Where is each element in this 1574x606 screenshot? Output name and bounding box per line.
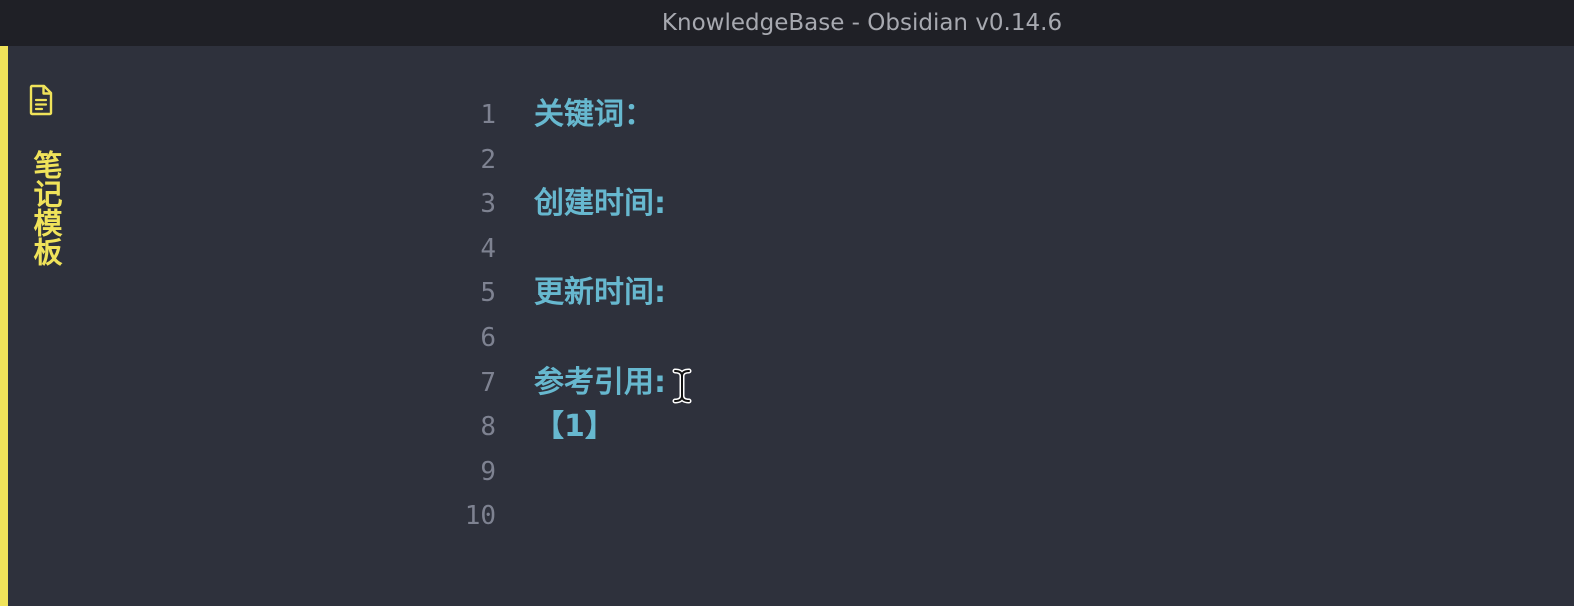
line-number: 5 bbox=[480, 278, 496, 308]
line-number: 6 bbox=[480, 323, 496, 353]
line-number: 3 bbox=[480, 189, 496, 219]
editor-line[interactable]: 2 bbox=[74, 138, 1574, 182]
line-number: 8 bbox=[480, 412, 496, 442]
line-number: 2 bbox=[480, 145, 496, 175]
sidebar-tab-label: 笔记模板 bbox=[29, 150, 63, 266]
editor-line[interactable]: 1 关键词： bbox=[74, 93, 1574, 137]
line-number: 10 bbox=[464, 501, 496, 531]
line-text[interactable]: 参考引用: bbox=[534, 361, 666, 405]
text-cursor-icon bbox=[672, 368, 692, 404]
line-number: 1 bbox=[480, 100, 496, 130]
editor-line[interactable]: 7 参考引用: bbox=[74, 361, 1574, 405]
editor-line[interactable]: 10 bbox=[74, 494, 1574, 538]
line-text[interactable]: 创建时间: bbox=[534, 182, 666, 226]
editor-line[interactable]: 9 bbox=[74, 450, 1574, 494]
sidebar-tab-note-template[interactable]: 笔记模板 bbox=[8, 46, 74, 306]
editor-line[interactable]: 6 bbox=[74, 316, 1574, 360]
line-text[interactable]: 更新时间: bbox=[534, 271, 666, 315]
line-text[interactable]: 【1】 bbox=[534, 405, 615, 449]
editor-line[interactable]: 3 创建时间: bbox=[74, 182, 1574, 226]
editor-line[interactable]: 8 【1】 bbox=[74, 405, 1574, 449]
line-text[interactable]: 关键词： bbox=[534, 93, 654, 137]
document-icon bbox=[29, 84, 53, 116]
sidebar-accent-bar bbox=[0, 46, 8, 606]
line-number: 4 bbox=[480, 234, 496, 264]
editor-pane[interactable]: 1 关键词： 2 3 创建时间: 4 5 更新时间: 6 7 参考引用: 8 【… bbox=[74, 46, 1574, 606]
line-number: 9 bbox=[480, 457, 496, 487]
editor-line[interactable]: 4 bbox=[74, 227, 1574, 271]
window-titlebar[interactable]: KnowledgeBase - Obsidian v0.14.6 bbox=[0, 0, 1574, 46]
line-number: 7 bbox=[480, 368, 496, 398]
window-title: KnowledgeBase - Obsidian v0.14.6 bbox=[661, 10, 1063, 36]
editor-line[interactable]: 5 更新时间: bbox=[74, 271, 1574, 315]
